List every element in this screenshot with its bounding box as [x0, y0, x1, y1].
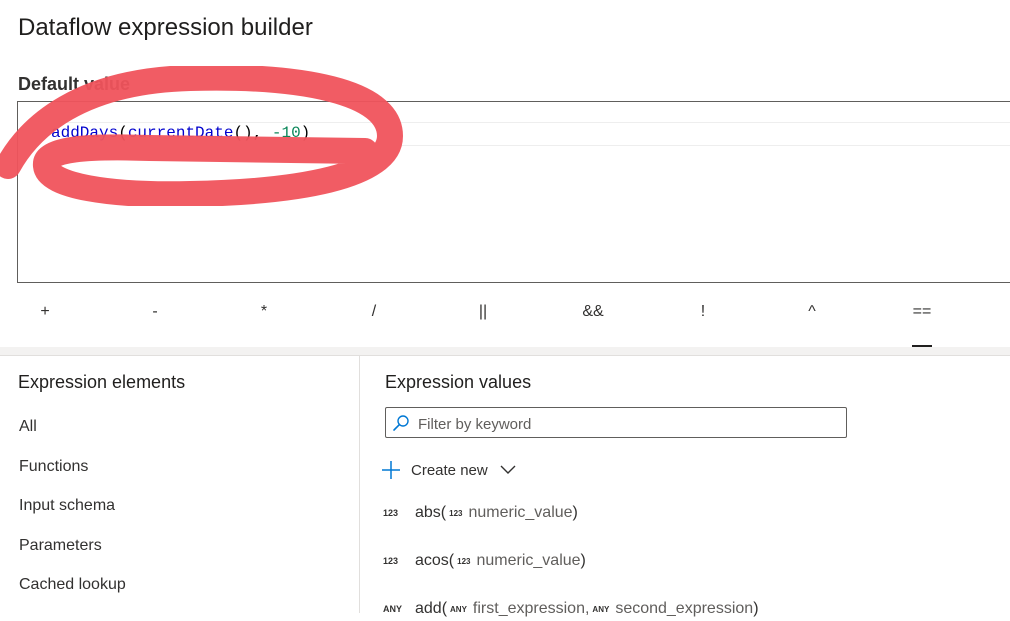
operator-or-button[interactable]: || [479, 303, 487, 321]
param-type-badge: ANY [450, 604, 467, 614]
filter-box [385, 407, 847, 438]
value-item-add[interactable]: ANY add( ANY first_expression, ANY secon… [383, 597, 759, 621]
code-punctuation: ( [118, 124, 128, 142]
expression-editor[interactable]: addDays(currentDate(), -10) [17, 101, 1010, 283]
param-type-badge: 123 [457, 556, 471, 566]
element-item-functions[interactable]: Functions [19, 458, 88, 476]
param-name: numeric_value [476, 552, 581, 569]
operator-not-button[interactable]: ! [701, 303, 705, 321]
function-close: ) [753, 600, 759, 617]
element-item-parameters[interactable]: Parameters [19, 537, 102, 555]
element-item-cached-lookup[interactable]: Cached lookup [19, 576, 126, 594]
chevron-down-icon [500, 465, 516, 474]
element-item-input-schema[interactable]: Input schema [19, 497, 115, 515]
panel-divider [0, 347, 1010, 356]
search-icon [393, 415, 409, 431]
create-new-label: Create new [411, 461, 488, 479]
operator-equals-button[interactable]: == [913, 303, 932, 321]
function-name: add( [415, 600, 448, 617]
param-name: second_expression [615, 600, 754, 617]
default-value-label: Default value [18, 74, 131, 94]
operator-bar: + - * / || && ! ^ == [0, 297, 1010, 347]
type-badge: 123 [383, 556, 399, 566]
code-punctuation: ) [300, 124, 311, 142]
plus-icon [382, 461, 400, 479]
operator-multiply-button[interactable]: * [261, 303, 267, 321]
create-new-button[interactable]: Create new [381, 457, 516, 483]
function-close: ) [580, 552, 586, 569]
value-item-acos[interactable]: 123 acos( 123 numeric_value ) [383, 549, 586, 573]
filter-input[interactable] [416, 411, 840, 437]
page-title: Dataflow expression builder [18, 14, 313, 41]
element-item-all[interactable]: All [19, 418, 37, 436]
param-type-badge: 123 [449, 508, 463, 518]
function-name: abs( [415, 504, 447, 521]
panel-vertical-divider [359, 355, 360, 613]
expression-elements-title: Expression elements [18, 372, 186, 392]
expression-code[interactable]: addDays(currentDate(), -10) [51, 122, 310, 144]
code-function-adddays: addDays [51, 124, 119, 142]
function-name: acos( [415, 552, 455, 569]
operator-and-button[interactable]: && [582, 303, 603, 321]
code-punctuation: (), [233, 124, 272, 142]
param-name: numeric_value [468, 504, 573, 521]
param-name: first_expression, [472, 600, 590, 617]
operator-xor-button[interactable]: ^ [808, 303, 816, 321]
operator-plus-button[interactable]: + [40, 303, 49, 321]
expression-values-title: Expression values [385, 372, 532, 392]
operator-minus-button[interactable]: - [152, 303, 157, 321]
code-function-currentdate: currentDate [127, 124, 234, 142]
type-badge: 123 [383, 508, 399, 518]
operator-divide-button[interactable]: / [372, 303, 376, 321]
function-close: ) [572, 504, 578, 521]
value-item-abs[interactable]: 123 abs( 123 numeric_value ) [383, 501, 578, 525]
param-type-badge: ANY [592, 604, 610, 614]
code-number: -10 [271, 124, 301, 142]
